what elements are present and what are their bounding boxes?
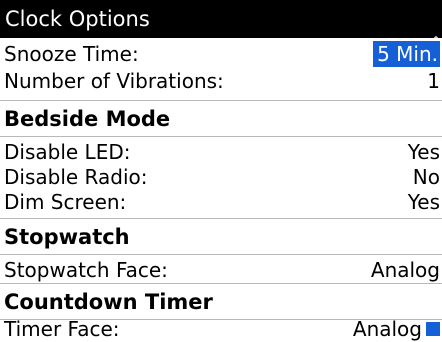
disable-radio-label: Disable Radio: xyxy=(4,165,148,189)
vibrations-value[interactable]: 1 xyxy=(427,68,440,94)
option-number-of-vibrations[interactable]: Number of Vibrations: 1 xyxy=(0,68,442,94)
disable-radio-value[interactable]: No xyxy=(413,164,440,190)
screen-title: Clock Options xyxy=(0,0,442,38)
option-stopwatch-face[interactable]: Stopwatch Face: Analog xyxy=(0,257,442,283)
disable-led-label: Disable LED: xyxy=(4,140,131,164)
timer-face-value: Analog xyxy=(352,317,422,341)
snooze-time-value[interactable]: 5 Min. ⌃ xyxy=(373,35,441,67)
dim-screen-value[interactable]: Yes xyxy=(408,189,440,215)
snooze-time-label: Snooze Time: xyxy=(4,42,139,66)
stopwatch-face-value[interactable]: Analog xyxy=(371,257,440,283)
option-timer-face[interactable]: Timer Face: Analog xyxy=(0,316,442,342)
timer-face-value-wrap[interactable]: Analog xyxy=(353,316,440,342)
option-dim-screen[interactable]: Dim Screen: Yes xyxy=(0,189,442,215)
section-header-bedside-mode: Bedside Mode xyxy=(0,100,442,137)
timer-face-label: Timer Face: xyxy=(4,317,120,341)
section-header-countdown-timer: Countdown Timer xyxy=(0,283,442,320)
up-arrow-icon: ⌃ xyxy=(430,34,441,48)
down-arrow-icon xyxy=(426,322,440,336)
section-header-stopwatch: Stopwatch xyxy=(0,218,442,255)
option-disable-radio[interactable]: Disable Radio: No xyxy=(0,164,442,190)
option-snooze-time[interactable]: Snooze Time: 5 Min. ⌃ xyxy=(0,35,442,67)
dim-screen-label: Dim Screen: xyxy=(4,190,127,214)
snooze-time-value-text: 5 Min. xyxy=(377,42,438,66)
vibrations-label: Number of Vibrations: xyxy=(4,69,224,93)
option-disable-led[interactable]: Disable LED: Yes xyxy=(0,139,442,165)
stopwatch-face-label: Stopwatch Face: xyxy=(4,258,168,282)
disable-led-value[interactable]: Yes xyxy=(408,139,440,165)
